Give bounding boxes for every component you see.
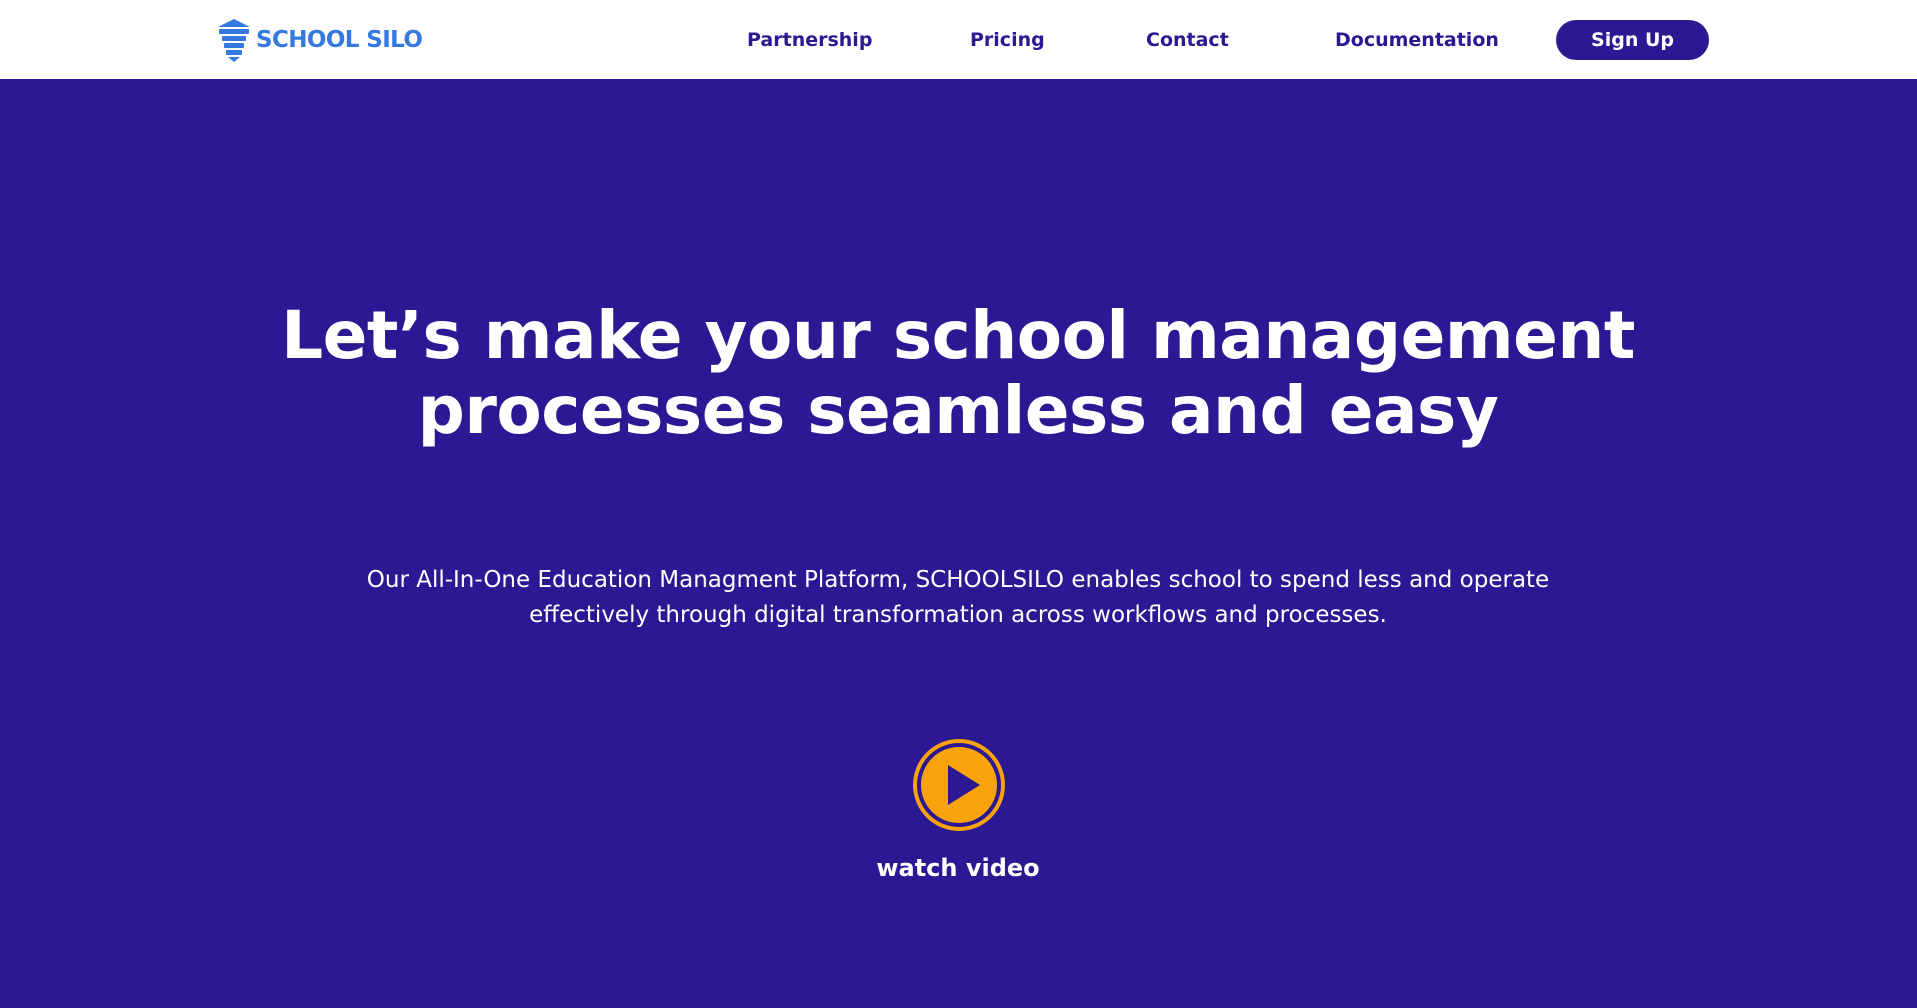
- logo-text: SCHOOL SILO: [256, 27, 423, 53]
- top-navbar: SCHOOL SILO Partnership Pricing Contact …: [0, 0, 1917, 79]
- watch-video-link[interactable]: watch video: [808, 853, 1108, 883]
- nav-link-contact[interactable]: Contact: [1146, 27, 1229, 53]
- play-icon: [913, 739, 1005, 831]
- school-building-icon: [218, 19, 250, 62]
- nav-link-documentation[interactable]: Documentation: [1335, 27, 1499, 53]
- nav-link-pricing[interactable]: Pricing: [970, 27, 1045, 53]
- sign-up-button[interactable]: Sign Up: [1556, 20, 1709, 60]
- hero-subtitle: Our All-In-One Education Managment Platf…: [366, 567, 1550, 628]
- hero-title: Let’s make your school management proces…: [281, 297, 1635, 449]
- school-silo-logo[interactable]: SCHOOL SILO: [216, 18, 423, 62]
- play-video-button[interactable]: [912, 738, 1006, 832]
- nav-link-partnership[interactable]: Partnership: [747, 27, 872, 53]
